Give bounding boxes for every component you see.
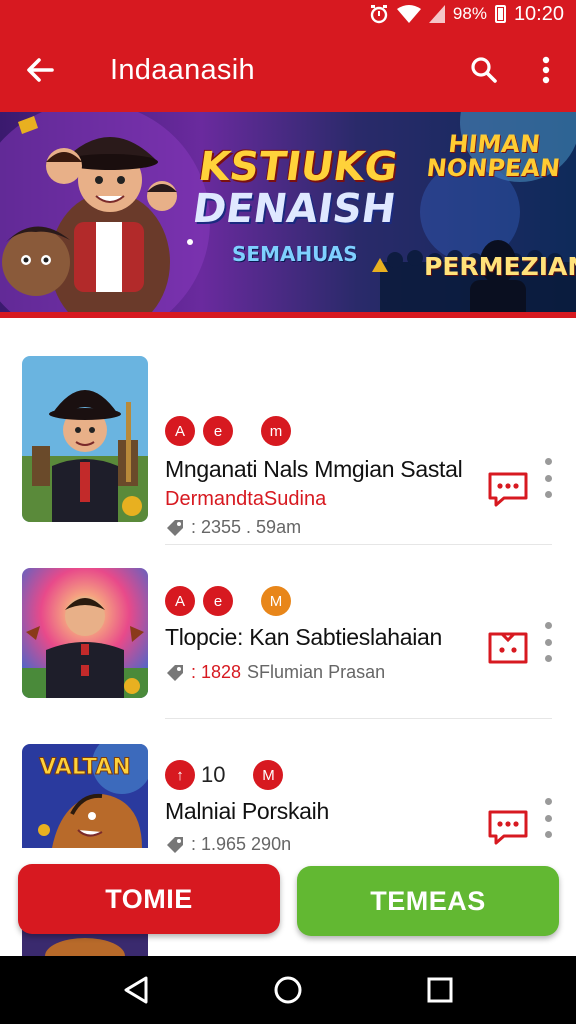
badge-1: A [165, 416, 195, 446]
badge-count: 10 [201, 762, 226, 787]
item-meta-highlight: : 1828 [191, 662, 242, 682]
status-time: 10:20 [513, 2, 564, 25]
status-bar: 98% 10:20 [0, 0, 576, 28]
arrow-left-icon [27, 58, 54, 82]
search-icon [471, 57, 497, 83]
promo-banner[interactable]: KSTIUKG DENAISH SEMAHUAS HIMAN NONPEAN P… [0, 112, 576, 318]
game-thumbnail [22, 568, 148, 698]
primary-action-button[interactable]: TOMIE [18, 864, 280, 934]
divider [165, 718, 552, 719]
app-screen: 98% 10:20 Indaanasih KSTIUKG DENAISH SEM… [0, 0, 576, 1024]
nav-recents-icon [427, 977, 453, 1003]
badge-1: A [165, 586, 195, 616]
chat-icon[interactable] [486, 470, 530, 508]
banner-right-title-line2: NONPEAN [425, 154, 562, 182]
tag-icon [167, 836, 183, 853]
badge-row: A e m [165, 416, 291, 446]
badge-2: M [253, 760, 284, 790]
back-button[interactable] [0, 28, 80, 112]
banner-subtitle: SEMAHUAS [232, 242, 358, 266]
badge-2: e [203, 416, 233, 446]
item-meta: : 2355 . 59am [165, 517, 301, 538]
signal-icon [428, 5, 445, 23]
badge-1: ↑ [165, 760, 195, 790]
item-more-button[interactable] [538, 622, 558, 662]
system-nav-bar [0, 956, 576, 1024]
item-meta: : 1828 SFlumian Prasan [165, 662, 385, 683]
game-thumbnail [22, 356, 148, 522]
game-thumbnail: VALTAN [22, 744, 148, 848]
banner-right-label: PERMEZIAN [424, 252, 576, 281]
page-title: Indaanasih [110, 53, 255, 86]
banner-title-line1: KSTIUKG [195, 144, 401, 190]
banner-title-line2: DENAISH [189, 186, 399, 232]
nav-back-icon [124, 976, 148, 1004]
banner-right-title-line1: HIMAN [447, 130, 542, 158]
item-title: Mnganati Nals Mmgian Sastal [165, 456, 463, 482]
wifi-icon [396, 5, 421, 23]
secondary-action-button[interactable]: TEMEAS [297, 866, 559, 936]
list-item[interactable]: A e m Mnganati Nals Mmgian Sastal Derman… [0, 352, 576, 545]
banner-title: KSTIUKG DENAISH [189, 144, 404, 232]
item-meta-text: : 2355 . 59am [191, 517, 302, 537]
thumbnail-artwork: VALTAN [22, 744, 148, 848]
more-options-button[interactable] [516, 28, 576, 112]
item-meta: : 1.965 290n [165, 834, 291, 855]
item-more-button[interactable] [538, 458, 558, 498]
nav-back-button[interactable] [106, 960, 166, 1020]
nav-home-icon [274, 976, 302, 1004]
battery-percent: 98% [452, 4, 487, 23]
search-button[interactable] [452, 28, 516, 112]
tag-icon [167, 519, 183, 536]
item-more-button[interactable] [538, 798, 558, 838]
list-item[interactable]: A e M Tlopcie: Kan Sabtieslahaian : 1828… [0, 564, 576, 754]
thumbnail-artwork [22, 356, 148, 522]
badge-3: M [261, 586, 291, 616]
battery-icon [494, 5, 506, 23]
chat-icon[interactable] [486, 808, 530, 846]
chat-icon[interactable] [486, 630, 530, 668]
banner-right-title: HIMAN NONPEAN [425, 130, 562, 182]
more-vert-icon [542, 56, 550, 84]
badge-row: A e M [165, 586, 291, 616]
item-meta-text: : 1.965 290n [191, 834, 292, 854]
badge-row: ↑ 10 M [165, 760, 284, 790]
item-title: Tlopcie: Kan Sabtieslahaian [165, 624, 443, 650]
thumbnail-artwork [22, 568, 148, 698]
svg-text:VALTAN: VALTAN [39, 755, 131, 780]
badge-3: m [261, 416, 291, 446]
nav-home-button[interactable] [258, 960, 318, 1020]
alarm-icon [369, 4, 389, 24]
item-title: Malniai Porskaih [165, 798, 329, 824]
item-subtitle: DermandtaSudina [165, 488, 327, 510]
tag-icon [167, 664, 183, 681]
divider [165, 544, 552, 545]
nav-recents-button[interactable] [410, 960, 470, 1020]
app-bar: Indaanasih [0, 28, 576, 140]
badge-2: e [203, 586, 233, 616]
item-meta-text: SFlumian Prasan [247, 662, 386, 682]
